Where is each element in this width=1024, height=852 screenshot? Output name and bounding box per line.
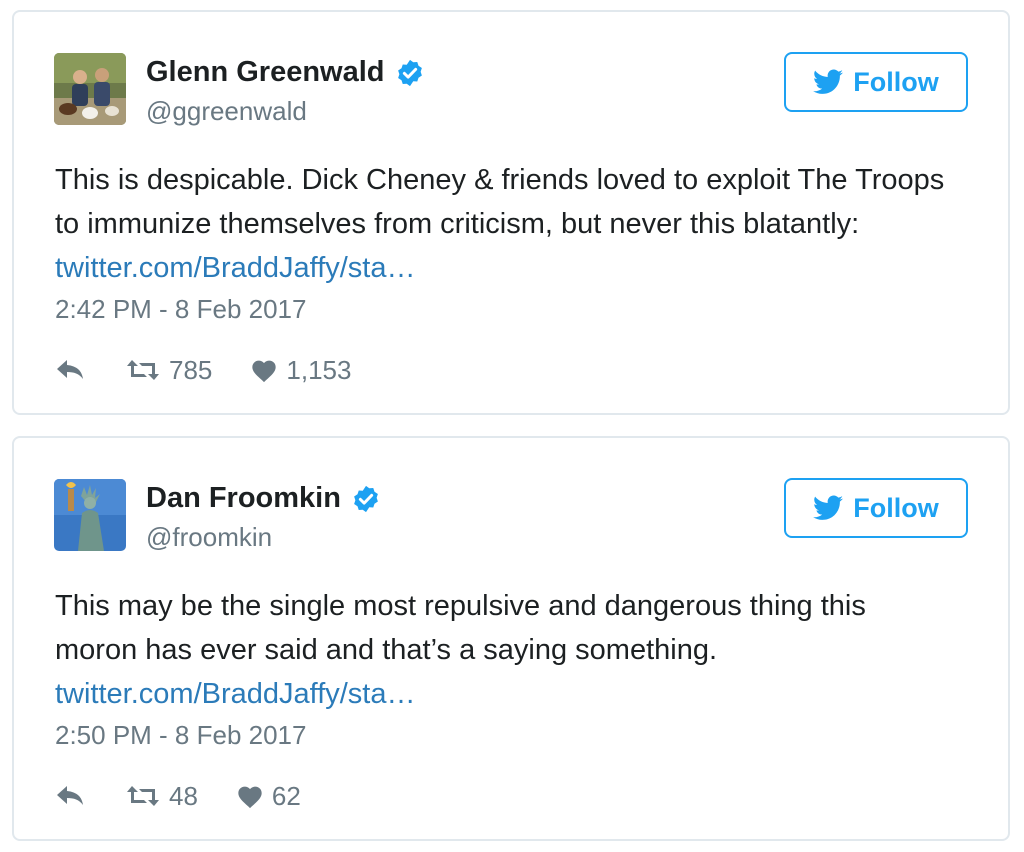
timestamp[interactable]: 2:50 PM - 8 Feb 2017 — [55, 720, 306, 751]
twitter-bird-icon — [813, 69, 844, 94]
tweet-link[interactable]: twitter.com/BraddJaffy/sta… — [55, 678, 416, 710]
tweet-link[interactable]: twitter.com/BraddJaffy/sta… — [55, 252, 416, 284]
like-button[interactable]: 62 — [236, 781, 301, 812]
retweet-count: 48 — [169, 780, 198, 811]
avatar[interactable] — [54, 479, 126, 551]
author-handle[interactable]: @froomkin — [146, 522, 272, 553]
like-count: 1,153 — [286, 354, 352, 385]
tweet-card: Dan Froomkin @froomkin Follow This may b… — [12, 436, 1010, 841]
action-bar: 785 1,153 — [55, 352, 389, 388]
heart-icon — [238, 786, 262, 809]
like-button[interactable]: 1,153 — [250, 355, 351, 386]
tweet-text: This is despicable. Dick Cheney & friend… — [55, 158, 955, 290]
author-name[interactable]: Glenn Greenwald — [146, 56, 425, 89]
twitter-bird-icon — [813, 495, 844, 520]
tweet-text: This may be the single most repulsive an… — [55, 584, 955, 716]
retweet-button[interactable]: 48 — [125, 781, 198, 812]
like-count: 62 — [271, 780, 301, 811]
action-bar: 48 62 — [55, 778, 339, 814]
reply-icon — [57, 786, 83, 805]
avatar-photo — [54, 479, 126, 551]
author-name[interactable]: Dan Froomkin — [146, 482, 381, 515]
tweet-card: Glenn Greenwald @ggreenwald Follow This … — [12, 10, 1010, 415]
retweet-icon — [127, 360, 159, 380]
follow-button[interactable]: Follow — [784, 52, 968, 112]
retweet-icon — [127, 786, 159, 806]
follow-label: Follow — [853, 492, 939, 523]
reply-button[interactable] — [55, 358, 87, 382]
retweet-count: 785 — [169, 354, 213, 385]
reply-icon — [57, 360, 83, 379]
reply-button[interactable] — [55, 784, 87, 808]
retweet-button[interactable]: 785 — [125, 355, 212, 386]
author-handle[interactable]: @ggreenwald — [146, 96, 307, 127]
avatar[interactable] — [54, 53, 126, 125]
author-name-text[interactable]: Dan Froomkin — [146, 482, 341, 515]
verified-badge-icon — [397, 59, 422, 86]
tweet-text-body: This may be the single most repulsive an… — [55, 590, 866, 666]
verified-badge-icon — [354, 485, 378, 512]
avatar-photo — [54, 53, 126, 125]
author-name-text[interactable]: Glenn Greenwald — [146, 56, 385, 89]
tweet-text-body: This is despicable. Dick Cheney & friend… — [55, 164, 945, 240]
heart-icon — [252, 360, 277, 383]
follow-button[interactable]: Follow — [784, 478, 968, 538]
follow-label: Follow — [853, 66, 939, 97]
timestamp[interactable]: 2:42 PM - 8 Feb 2017 — [55, 294, 306, 325]
